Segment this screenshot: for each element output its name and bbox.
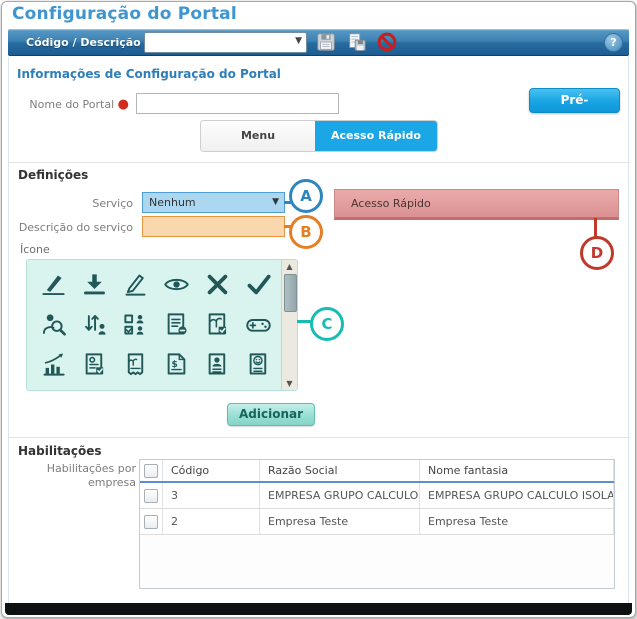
chevron-down-icon: ▼ [272, 193, 279, 212]
tab-acesso-rápido[interactable]: Acesso Rápido [315, 121, 437, 151]
invoice-icon[interactable]: $ [156, 344, 197, 384]
callout-c: C [310, 307, 344, 341]
download-icon[interactable] [74, 264, 115, 304]
edit-icon[interactable] [115, 384, 156, 391]
nome-do-portal-label: Nome do Portal ● [9, 98, 129, 111]
feedback-icon[interactable] [238, 344, 279, 384]
close-icon[interactable] [197, 264, 238, 304]
tab-menu[interactable]: Menu [201, 121, 315, 151]
tab-group: MenuAcesso Rápido [201, 121, 437, 151]
callout-line-d [594, 218, 597, 237]
required-dot: ● [118, 97, 129, 112]
download-icon[interactable] [197, 384, 238, 391]
save-icon[interactable] [315, 31, 337, 53]
scroll-up-icon[interactable]: ▲ [282, 262, 297, 271]
habilitacoes-por-empresa-label: Habilitações por empresa [39, 462, 136, 490]
acesso-rapido-preview-panel: Acesso Rápido [334, 189, 619, 220]
signature-icon[interactable] [33, 264, 74, 304]
nome-do-portal-input[interactable] [136, 93, 339, 114]
column-header: Razão Social [260, 460, 420, 482]
chevron-down-icon: ▼ [295, 36, 302, 46]
callout-line-c [297, 320, 311, 323]
cell-nome-fantasia: EMPRESA GRUPO CALCULO ISOLADO [420, 482, 614, 509]
document-stamp-icon[interactable] [33, 384, 74, 391]
servico-select[interactable]: Nenhum ▼ [142, 192, 285, 213]
row-checkbox[interactable] [144, 515, 158, 529]
cell-razao-social: Empresa Teste [260, 509, 420, 535]
person-search-icon[interactable]: rect [33, 304, 74, 344]
eye-icon[interactable] [156, 264, 197, 304]
team-tasks-icon[interactable] [156, 384, 197, 391]
chart-icon[interactable] [33, 344, 74, 384]
habilitacoes-heading: Habilitações [18, 444, 102, 458]
pre-visualizar-button[interactable]: Pré-visualizar [529, 88, 620, 113]
icon-picker: rect $ ▲ ▼ [26, 259, 298, 391]
sort-people-icon[interactable] [74, 304, 115, 344]
codigo-descricao-select[interactable]: ▼ [144, 32, 307, 53]
info-section-heading: Informações de Configuração do Portal [17, 67, 281, 81]
save-copy-icon[interactable] [346, 31, 368, 53]
page-title: Configuração do Portal [12, 4, 237, 24]
table-body: 3EMPRESA GRUPO CALCULO IS...EMPRESA GRUP… [140, 482, 614, 535]
definicoes-heading: Definições [18, 168, 88, 182]
table-header-row: CódigoRazão SocialNome fantasia [140, 460, 614, 482]
document-stamp-icon[interactable] [156, 304, 197, 344]
servico-value: Nenhum [149, 196, 196, 209]
check-icon[interactable] [238, 264, 279, 304]
window-bottom-bar [5, 603, 632, 615]
id-badge-icon[interactable] [197, 344, 238, 384]
cell-codigo: 3 [163, 482, 260, 509]
acesso-rapido-preview-text: Acesso Rápido [351, 197, 431, 210]
sort-people-icon[interactable] [74, 384, 115, 391]
scrollbar-thumb[interactable] [284, 274, 297, 312]
team-tasks-icon[interactable] [115, 304, 156, 344]
icone-label: Ícone [20, 243, 50, 256]
empresas-table: CódigoRazão SocialNome fantasia 3EMPRESA… [139, 459, 615, 589]
icon-picker-scrollbar[interactable]: ▲ ▼ [281, 260, 297, 390]
gamepad-icon[interactable] [238, 304, 279, 344]
servico-label: Serviço [9, 197, 133, 210]
cell-nome-fantasia: Empresa Teste [420, 509, 614, 535]
divider [9, 437, 630, 438]
vacation-request-icon[interactable] [197, 304, 238, 344]
svg-text:$: $ [172, 359, 178, 369]
icon-grid: rect $ [33, 264, 281, 391]
help-icon[interactable]: ? [604, 33, 623, 52]
cancel-icon[interactable] [376, 31, 398, 53]
codigo-descricao-label: Código / Descrição [26, 36, 141, 49]
column-header: Código [163, 460, 260, 482]
row-checkbox[interactable] [144, 489, 158, 503]
portal-config-window: Configuração do Portal Código / Descriçã… [1, 1, 636, 618]
callout-a: A [289, 179, 323, 213]
document-approved-icon[interactable] [74, 344, 115, 384]
edit-icon[interactable] [115, 264, 156, 304]
table-row[interactable]: 2Empresa TesteEmpresa Teste [140, 509, 614, 535]
cell-razao-social: EMPRESA GRUPO CALCULO IS... [260, 482, 420, 509]
descricao-servico-label: Descrição do serviço [9, 221, 133, 234]
descricao-servico-input[interactable] [142, 216, 285, 237]
signature-icon[interactable] [238, 384, 279, 391]
column-header: Nome fantasia [420, 460, 614, 482]
adicionar-button[interactable]: Adicionar [227, 403, 315, 426]
scroll-down-icon[interactable]: ▼ [282, 379, 297, 388]
callout-d: D [580, 236, 614, 270]
content-panel: Informações de Configuração do Portal No… [8, 57, 629, 606]
cell-codigo: 2 [163, 509, 260, 535]
toolbar: Código / Descrição ▼ ? [8, 29, 629, 56]
divider [9, 162, 630, 163]
receipt-icon[interactable] [115, 344, 156, 384]
select-all-checkbox[interactable] [144, 464, 158, 478]
table-row[interactable]: 3EMPRESA GRUPO CALCULO IS...EMPRESA GRUP… [140, 482, 614, 509]
callout-b: B [289, 215, 323, 249]
